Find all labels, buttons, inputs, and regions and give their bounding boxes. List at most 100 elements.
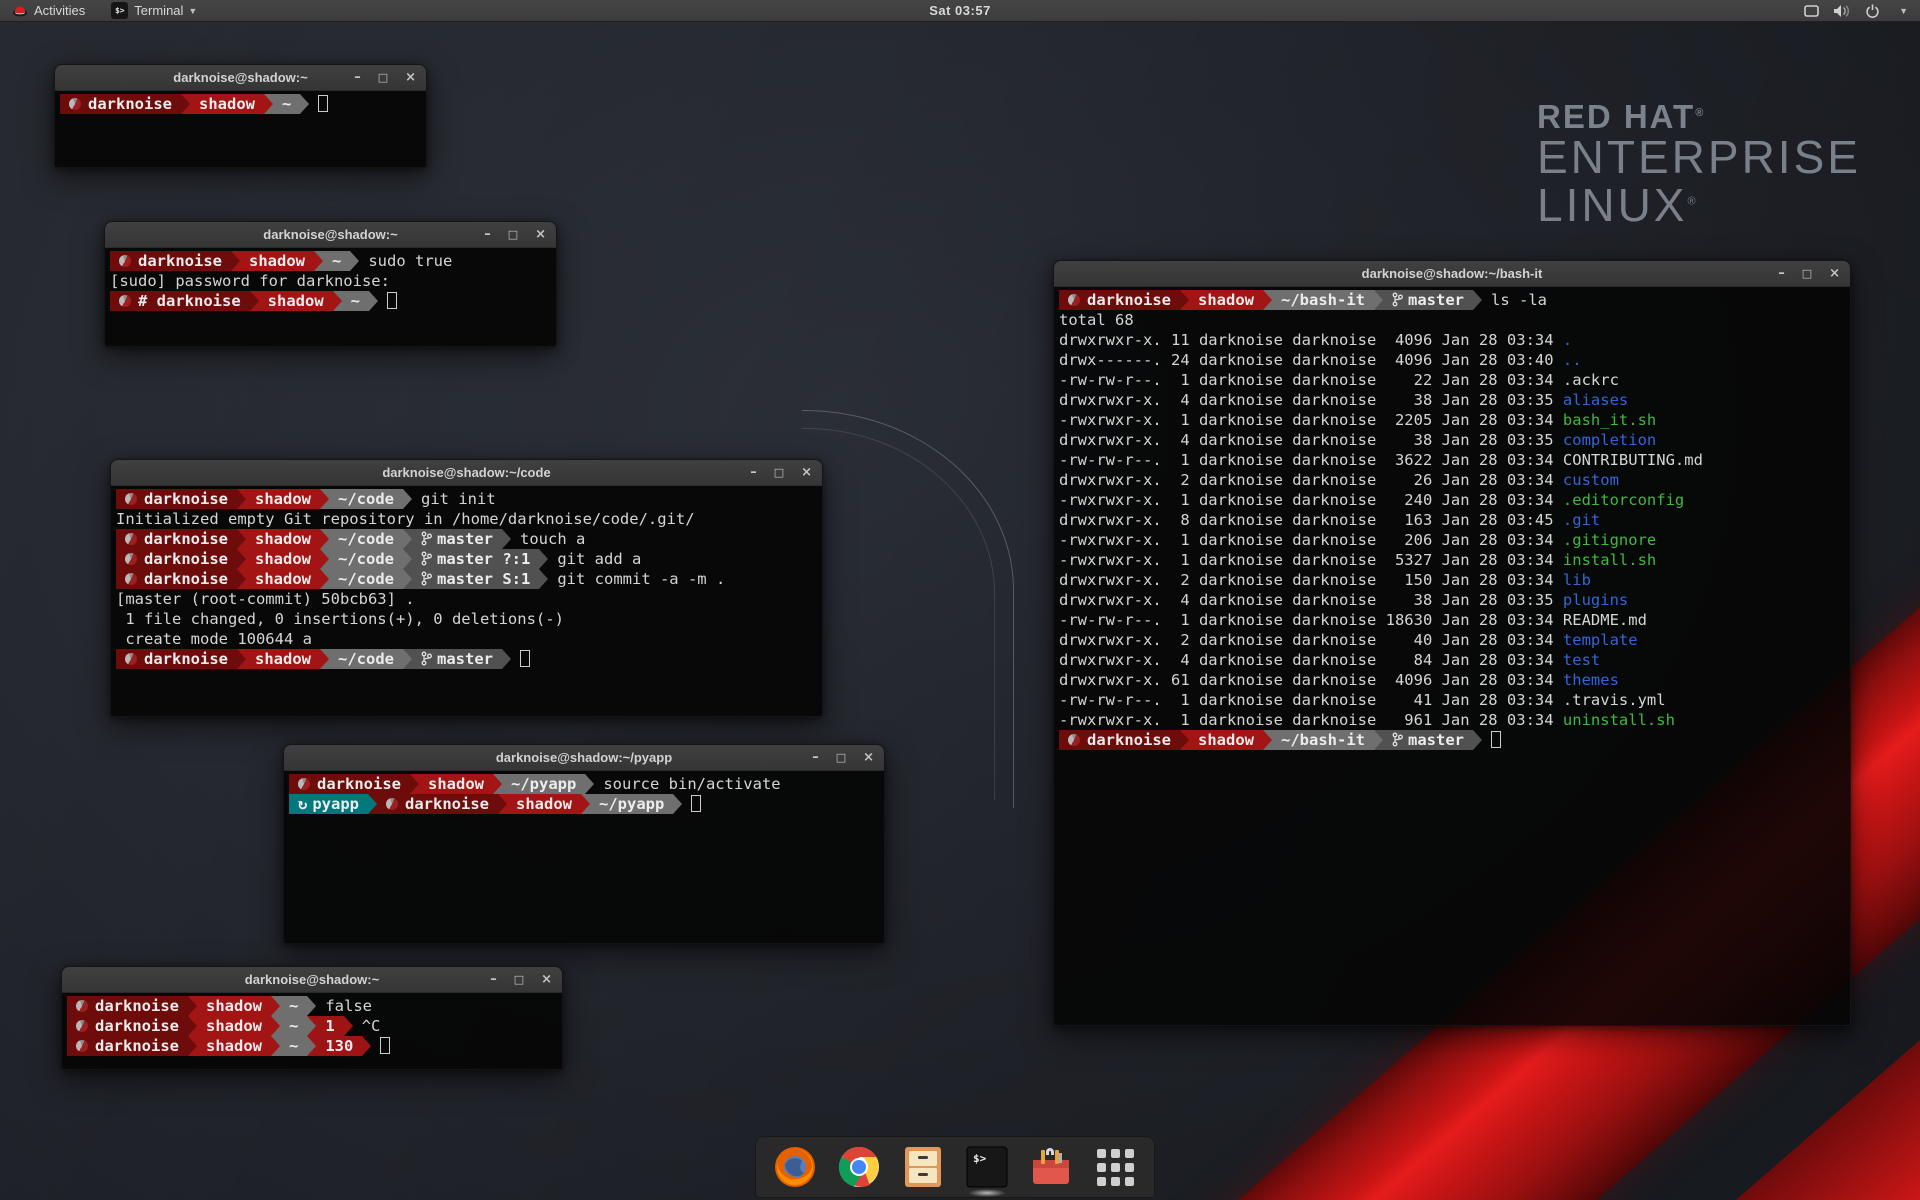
terminal-window-code[interactable]: darknoise@shadow:~/code–□×darknoiseshado… bbox=[110, 459, 823, 717]
powerline-separator bbox=[188, 1036, 197, 1056]
prompt-segment-user: darknoise bbox=[67, 1036, 188, 1056]
clock[interactable]: Sat 03:57 bbox=[929, 3, 991, 18]
terminal-cursor bbox=[318, 95, 328, 112]
prompt-segment-user: darknoise bbox=[377, 794, 498, 814]
prompt-segment-host: shadow bbox=[246, 529, 320, 549]
prompt-segment-host: shadow bbox=[246, 649, 320, 669]
window-titlebar[interactable]: darknoise@shadow:~–□× bbox=[55, 65, 426, 91]
prompt-os-icon bbox=[76, 1000, 88, 1012]
terminal-content[interactable]: darknoiseshadow~/bash-itmasterls -latota… bbox=[1054, 287, 1850, 1025]
ls-columns: -rw-rw-r--. 1 darknoise darknoise 18630 … bbox=[1059, 611, 1563, 629]
close-button[interactable]: × bbox=[801, 466, 812, 479]
maximize-button[interactable]: □ bbox=[1802, 268, 1812, 279]
terminal-content[interactable]: darknoiseshadow~falsedarknoiseshadow~1^C… bbox=[62, 993, 562, 1069]
prompt-os-icon bbox=[125, 573, 137, 585]
powerline-separator bbox=[188, 996, 197, 1016]
close-button[interactable]: × bbox=[863, 751, 874, 764]
command-text: ls -la bbox=[1482, 291, 1547, 309]
powerline-separator bbox=[181, 94, 190, 114]
running-indicator bbox=[968, 1189, 1006, 1197]
dock: $> bbox=[755, 1136, 1155, 1198]
terminal-line: darknoiseshadow~/codemaster bbox=[116, 649, 822, 669]
terminal-line: drwxrwxr-x. 4 darknoise darknoise 38 Jan… bbox=[1059, 590, 1850, 610]
ls-filename: CONTRIBUTING.md bbox=[1563, 451, 1703, 469]
prompt-segment-user: darknoise bbox=[110, 251, 231, 271]
app-grid-icon[interactable] bbox=[1092, 1144, 1138, 1190]
powerline-separator bbox=[1180, 730, 1189, 750]
terminal-icon[interactable]: $> bbox=[964, 1144, 1010, 1190]
prompt-segment-exit: 130 bbox=[316, 1036, 362, 1056]
maximize-button[interactable]: □ bbox=[514, 974, 524, 985]
terminal-content[interactable]: darknoiseshadow~/codegit initInitialized… bbox=[111, 486, 822, 716]
prompt-segment-user: darknoise bbox=[1059, 730, 1180, 750]
minimize-button[interactable]: – bbox=[354, 71, 361, 84]
powerline-separator bbox=[1473, 730, 1482, 750]
minimize-button[interactable]: – bbox=[484, 228, 491, 241]
ls-filename: template bbox=[1563, 631, 1638, 649]
power-icon bbox=[1865, 4, 1880, 19]
close-button[interactable]: × bbox=[405, 71, 416, 84]
prompt-os-icon bbox=[76, 1040, 88, 1052]
ls-filename: .git bbox=[1563, 511, 1600, 529]
powerline-separator bbox=[333, 291, 342, 311]
terminal-content[interactable]: darknoiseshadow~ bbox=[55, 91, 426, 167]
ls-columns: -rwxrwxr-x. 1 darknoise darknoise 240 Ja… bbox=[1059, 491, 1563, 509]
prompt-segment-user: darknoise bbox=[60, 94, 181, 114]
powerline-separator bbox=[403, 489, 412, 509]
terminal-window-home-small[interactable]: darknoise@shadow:~–□×darknoiseshadow~ bbox=[54, 64, 427, 168]
terminal-cursor bbox=[380, 1037, 390, 1054]
minimize-button[interactable]: – bbox=[490, 973, 497, 986]
ls-filename: . bbox=[1563, 331, 1572, 349]
prompt-segment-branch: master bbox=[412, 529, 502, 549]
terminal-window-bash-it[interactable]: darknoise@shadow:~/bash-it–□×darknoisesh… bbox=[1053, 260, 1851, 1026]
minimize-button[interactable]: – bbox=[812, 751, 819, 764]
maximize-button[interactable]: □ bbox=[378, 72, 388, 83]
app-menu-terminal[interactable]: $> Terminal ▼ bbox=[103, 0, 205, 21]
window-titlebar[interactable]: darknoise@shadow:~ – □ × bbox=[62, 967, 562, 993]
powerline-separator bbox=[237, 649, 246, 669]
minimize-button[interactable]: – bbox=[1778, 267, 1785, 280]
close-button[interactable]: × bbox=[1829, 267, 1840, 280]
terminal-content[interactable]: darknoiseshadow~/pyappsource bin/activat… bbox=[284, 771, 884, 943]
venv-icon: ↻ bbox=[298, 795, 307, 813]
window-titlebar[interactable]: darknoise@shadow:~/code–□× bbox=[111, 460, 822, 486]
prompt-os-icon bbox=[1068, 294, 1080, 306]
window-title: darknoise@shadow:~ bbox=[245, 972, 379, 987]
prompt-segment-user: darknoise bbox=[116, 489, 237, 509]
window-titlebar[interactable]: darknoise@shadow:~/pyapp–□× bbox=[284, 745, 884, 771]
prompt-segment-path: ~/bash-it bbox=[1272, 730, 1374, 750]
maximize-button[interactable]: □ bbox=[508, 229, 518, 240]
ls-filename: custom bbox=[1563, 471, 1619, 489]
svg-text:$>: $> bbox=[973, 1152, 987, 1165]
prompt-segment-branch: master S:1 bbox=[412, 569, 539, 589]
files-icon[interactable] bbox=[900, 1144, 946, 1190]
terminal-window-sudo[interactable]: darknoise@shadow:~–□×darknoiseshadow~sud… bbox=[104, 221, 557, 347]
powerline-separator bbox=[314, 251, 323, 271]
window-titlebar[interactable]: darknoise@shadow:~–□× bbox=[105, 222, 556, 248]
terminal-window-exitcodes[interactable]: darknoise@shadow:~ – □ × darknoiseshadow~fal… bbox=[61, 966, 563, 1070]
app-menu-label: Terminal bbox=[134, 3, 183, 18]
minimize-button[interactable]: – bbox=[750, 466, 757, 479]
maximize-button[interactable]: □ bbox=[774, 467, 784, 478]
maximize-button[interactable]: □ bbox=[836, 752, 846, 763]
terminal-line: 1 file changed, 0 insertions(+), 0 delet… bbox=[116, 609, 822, 629]
prompt-segment-user: darknoise bbox=[289, 774, 410, 794]
chrome-icon[interactable] bbox=[836, 1144, 882, 1190]
close-button[interactable]: × bbox=[535, 228, 546, 241]
window-titlebar[interactable]: darknoise@shadow:~/bash-it–□× bbox=[1054, 261, 1850, 287]
prompt-os-icon bbox=[298, 778, 310, 790]
activities-button[interactable]: Activities bbox=[4, 0, 93, 21]
powerline-separator bbox=[264, 94, 273, 114]
terminal-line: drwxrwxr-x. 61 darknoise darknoise 4096 … bbox=[1059, 670, 1850, 690]
desktop: { "top_bar": { "activities_label": "Acti… bbox=[0, 0, 1920, 1200]
system-status-area[interactable]: ▼ bbox=[1798, 0, 1914, 22]
close-button[interactable]: × bbox=[541, 973, 552, 986]
prompt-segment-host: shadow bbox=[246, 549, 320, 569]
terminal-line: darknoiseshadow~false bbox=[67, 996, 562, 1016]
toolbox-icon[interactable] bbox=[1028, 1144, 1074, 1190]
terminal-window-pyapp[interactable]: darknoise@shadow:~/pyapp–□×darknoiseshad… bbox=[283, 744, 885, 944]
window-controls: – □ × bbox=[490, 967, 552, 992]
terminal-content[interactable]: darknoiseshadow~sudo true[sudo] password… bbox=[105, 248, 556, 346]
firefox-icon[interactable] bbox=[772, 1144, 818, 1190]
volume-icon bbox=[1833, 4, 1851, 18]
